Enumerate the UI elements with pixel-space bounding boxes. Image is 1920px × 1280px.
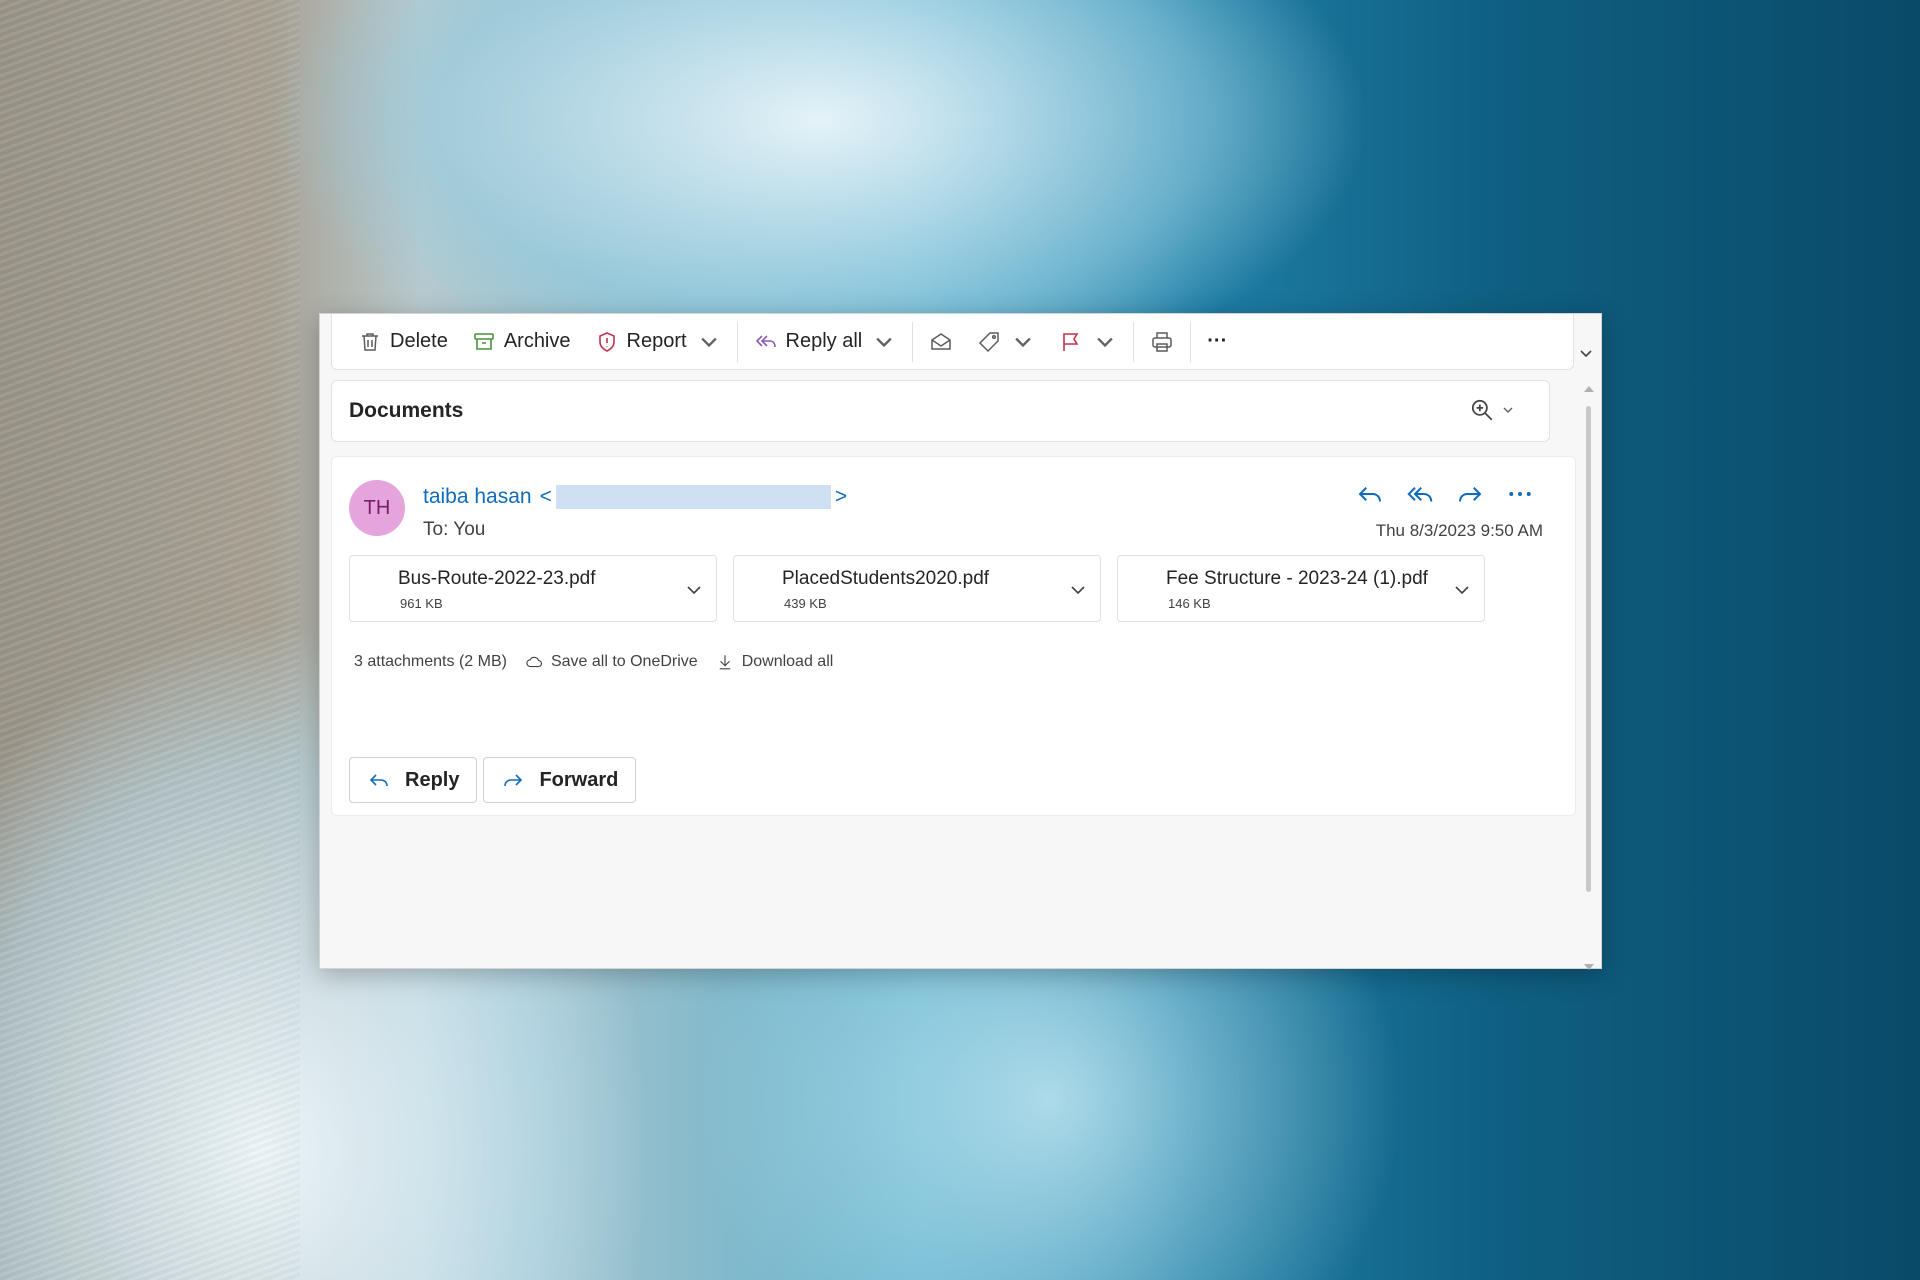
reply-all-button[interactable]: Reply all xyxy=(742,322,909,362)
redacted-email xyxy=(555,485,831,509)
download-all-label: Download all xyxy=(741,653,834,670)
forward-button[interactable]: Forward xyxy=(483,757,637,803)
tag-icon xyxy=(979,331,999,352)
reply-icon xyxy=(369,774,388,787)
to-value[interactable]: You xyxy=(453,519,485,540)
scroll-thumb[interactable] xyxy=(1586,406,1591,892)
toolbar-divider xyxy=(1190,321,1192,362)
flag-icon xyxy=(1063,332,1079,351)
attachment-card[interactable]: Bus-Route-2022-23.pdf 961 KB xyxy=(349,555,717,622)
mark-read-button[interactable] xyxy=(917,322,965,362)
reading-pane-window: Delete Archive Report Reply all ··· Docu… xyxy=(319,313,1602,970)
zoom-in-icon xyxy=(1471,399,1493,421)
more-actions-button[interactable]: ··· xyxy=(1195,322,1239,362)
chevron-down-icon[interactable] xyxy=(1068,580,1088,600)
scroll-down-arrow[interactable] xyxy=(1584,964,1594,970)
attachment-name: PlacedStudents2020.pdf xyxy=(782,568,990,589)
attachment-size: 146 KB xyxy=(1168,596,1211,611)
attachment-name: Bus-Route-2022-23.pdf xyxy=(398,568,596,589)
attachment-summary: 3 attachments (2 MB) Save all to OneDriv… xyxy=(354,653,833,671)
report-button[interactable]: Report xyxy=(583,322,733,362)
delete-button[interactable]: Delete xyxy=(346,322,460,362)
toolbar-divider xyxy=(912,321,914,362)
chevron-down-icon[interactable] xyxy=(684,580,704,600)
attachment-name: Fee Structure - 2023-24 (1).pdf xyxy=(1166,568,1428,589)
chevron-down-icon xyxy=(1015,337,1031,347)
chevron-down-icon xyxy=(700,337,717,347)
reply-label: Reply xyxy=(405,768,460,791)
download-all-link[interactable]: Download all xyxy=(716,653,834,671)
sender-open-bracket: < xyxy=(539,485,552,508)
save-all-onedrive-link[interactable]: Save all to OneDrive xyxy=(525,653,698,671)
scroll-up-arrow[interactable] xyxy=(1584,386,1594,392)
toolbar-divider xyxy=(1133,321,1135,362)
toolbar-divider xyxy=(736,321,738,362)
trash-icon xyxy=(362,332,378,351)
reply-all-icon xyxy=(755,334,776,347)
more-label: ··· xyxy=(1207,330,1228,352)
message-actions xyxy=(1355,479,1535,509)
attachment-list: Bus-Route-2022-23.pdf 961 KB PlacedStude… xyxy=(349,555,1485,622)
more-options-icon[interactable] xyxy=(1505,479,1535,509)
envelope-open-icon xyxy=(931,332,951,350)
attachment-card[interactable]: PlacedStudents2020.pdf 439 KB xyxy=(733,555,1101,622)
reply-forward-bar: Reply Forward xyxy=(349,757,637,803)
message-card: TH taiba hasan < > To: You Thu 8/3/2023 … xyxy=(331,456,1576,816)
archive-label: Archive xyxy=(503,330,571,352)
categorize-button[interactable] xyxy=(965,322,1047,362)
attachment-card[interactable]: Fee Structure - 2023-24 (1).pdf 146 KB xyxy=(1117,555,1485,622)
reply-all-icon[interactable] xyxy=(1405,479,1435,509)
received-datetime: Thu 8/3/2023 9:50 AM xyxy=(1375,521,1543,540)
printer-icon xyxy=(1152,331,1172,352)
flag-button[interactable] xyxy=(1047,322,1129,362)
recipient-line: To: You xyxy=(423,519,485,541)
forward-label: Forward xyxy=(539,768,619,791)
sender-close-bracket: > xyxy=(834,485,848,508)
chevron-down-icon[interactable] xyxy=(1577,344,1595,362)
subject-title: Documents xyxy=(349,399,464,422)
cloud-icon xyxy=(526,656,542,668)
message-toolbar: Delete Archive Report Reply all ··· xyxy=(331,314,1574,370)
attachment-count: 3 attachments (2 MB) xyxy=(354,653,507,670)
shield-report-icon xyxy=(598,331,615,352)
sender-name[interactable]: taiba hasan xyxy=(423,485,532,509)
avatar[interactable]: TH xyxy=(349,480,405,536)
background-sand xyxy=(0,0,300,1280)
to-label: To: xyxy=(423,519,449,540)
attachment-size: 439 KB xyxy=(784,596,827,611)
save-all-label: Save all to OneDrive xyxy=(550,653,698,670)
archive-button[interactable]: Archive xyxy=(460,322,583,362)
print-button[interactable] xyxy=(1138,322,1186,362)
delete-label: Delete xyxy=(390,330,448,352)
chevron-down-icon xyxy=(1097,337,1113,347)
subject-header: Documents xyxy=(331,380,1550,442)
download-icon xyxy=(719,655,730,670)
chevron-down-icon xyxy=(876,337,892,347)
chevron-down-icon xyxy=(1503,407,1513,413)
sender[interactable]: taiba hasan < > xyxy=(423,485,847,509)
reply-icon[interactable] xyxy=(1355,479,1385,509)
vertical-scrollbar[interactable] xyxy=(1584,376,1594,970)
reply-button[interactable]: Reply xyxy=(349,757,478,803)
forward-icon xyxy=(504,774,523,787)
zoom-button[interactable] xyxy=(1469,397,1515,423)
forward-icon[interactable] xyxy=(1455,479,1485,509)
report-label: Report xyxy=(626,330,687,352)
archive-icon xyxy=(474,332,494,350)
reply-all-label: Reply all xyxy=(785,330,863,352)
chevron-down-icon[interactable] xyxy=(1452,580,1472,600)
attachment-size: 961 KB xyxy=(400,596,443,611)
